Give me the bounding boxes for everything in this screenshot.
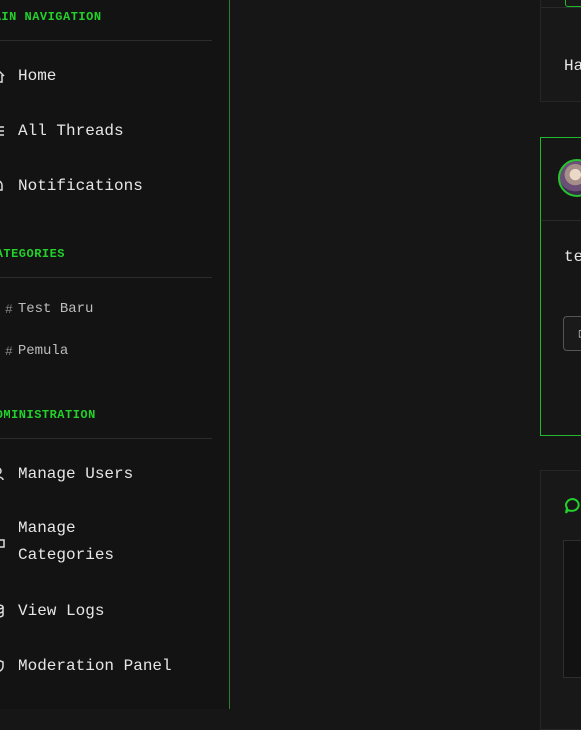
sidebar-item-label: Notifications [18,177,143,195]
post-card: te ▯ [540,137,581,436]
users-icon [0,466,8,482]
database-icon [0,603,8,619]
sidebar-item-label: Manage Users [18,465,134,483]
sidebar-item-manage-categories[interactable]: Manage Categories [0,515,150,569]
sidebar-item-label: View Logs [18,602,105,620]
sidebar-item-pemula[interactable]: # Pemula [0,342,212,360]
administration-title: ADMINISTRATION [0,408,96,422]
post-body-text: te [564,248,581,266]
category-label: Pemula [17,343,69,359]
sidebar-item-all-threads[interactable]: All Threads [0,121,212,141]
sidebar-item-notifications[interactable]: Notifications [0,176,212,196]
thread-card: Ha [540,0,581,102]
main-navigation-title: MAIN NAVIGATION [0,10,102,24]
comment-card [540,470,581,730]
comment-textarea[interactable] [563,540,581,678]
like-button[interactable]: ▯ [563,316,581,351]
sidebar-item-view-logs[interactable]: View Logs [0,601,212,621]
sidebar-item-label: Moderation Panel [18,657,172,675]
avatar[interactable] [558,159,581,197]
hash-icon: # [5,343,13,359]
hash-icon: # [5,301,13,317]
sidebar-item-home[interactable]: Home [0,66,212,86]
sidebar-item-manage-users[interactable]: Manage Users [0,464,212,484]
shield-icon [0,658,8,674]
divider [0,40,212,41]
bell-icon [0,178,8,194]
divider [0,438,212,439]
card-text: Ha [564,57,581,75]
home-icon [0,68,8,84]
sidebar-item-moderation-panel[interactable]: Moderation Panel [0,656,212,676]
folder-icon [0,534,8,550]
sidebar: MAIN NAVIGATION Home All Threads Notific… [0,0,230,709]
chat-bubble-icon [563,496,581,521]
category-label: Test Baru [17,301,94,317]
sidebar-item-label: Manage Categories [18,519,115,564]
post-header [541,138,581,221]
categories-title: CATEGORIES [0,247,66,261]
sidebar-item-label: All Threads [18,122,124,140]
card-button[interactable] [565,0,581,7]
sidebar-item-test-baru[interactable]: # Test Baru [0,300,212,318]
divider [0,277,212,278]
thumbs-up-icon: ▯ [577,327,581,341]
list-icon [0,123,8,139]
sidebar-item-label: Home [18,67,57,85]
